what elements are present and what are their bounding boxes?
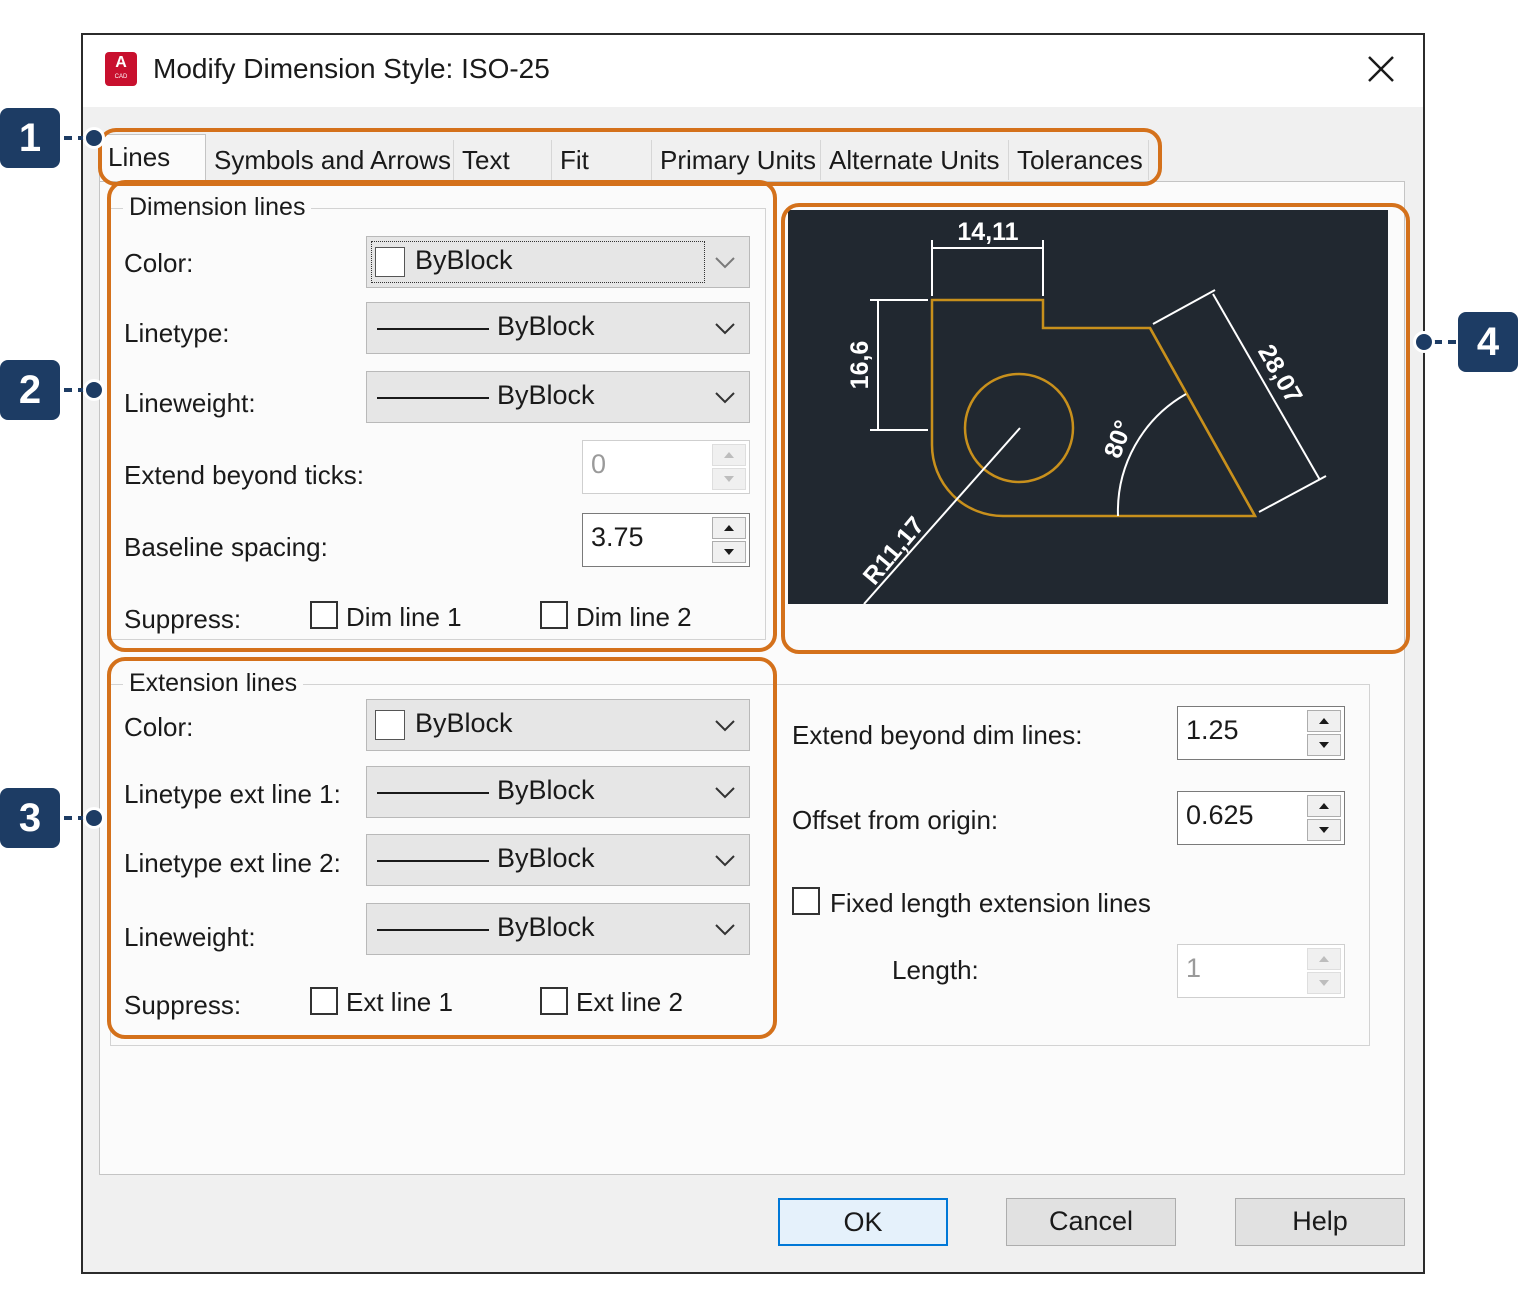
cancel-button[interactable]: Cancel [1006, 1198, 1176, 1246]
spinner-buttons [1307, 710, 1341, 756]
title-bar: A CAD Modify Dimension Style: ISO-25 [83, 35, 1423, 107]
spinner-buttons [1307, 948, 1341, 994]
callout-4-dot [1413, 331, 1435, 353]
length-label: Length: [892, 955, 979, 985]
spin-up-icon[interactable] [1307, 710, 1341, 732]
offset-from-origin-label: Offset from origin: [792, 805, 999, 835]
fixed-length-extension-lines-label[interactable]: Fixed length extension lines [830, 888, 1151, 919]
callout-4-highlight [781, 203, 1410, 654]
callout-2-badge: 2 [0, 360, 60, 420]
length-value: 1 [1186, 953, 1202, 983]
length-spinner[interactable]: 1 [1177, 944, 1345, 998]
fixed-length-extension-lines-checkbox[interactable] [792, 887, 820, 915]
spin-up-icon[interactable] [1307, 948, 1341, 970]
callout-3-highlight [107, 657, 777, 1039]
ok-button[interactable]: OK [778, 1198, 948, 1246]
callout-1-dot [83, 127, 105, 149]
app-icon-caption: CAD [114, 74, 128, 80]
spin-down-icon[interactable] [1307, 819, 1341, 841]
callout-1-badge: 1 [0, 108, 60, 168]
callout-4-connector [1434, 340, 1456, 344]
offset-from-origin-spinner[interactable]: 0.625 [1177, 791, 1345, 845]
callout-3-badge: 3 [0, 788, 60, 848]
help-button[interactable]: Help [1235, 1198, 1405, 1246]
close-icon[interactable] [1361, 49, 1401, 89]
window-title: Modify Dimension Style: ISO-25 [153, 53, 550, 84]
callout-2-highlight [107, 180, 777, 652]
extend-beyond-dim-lines-label: Extend beyond dim lines: [792, 720, 1083, 750]
spin-down-icon[interactable] [1307, 734, 1341, 756]
offset-from-origin-value: 0.625 [1186, 800, 1254, 830]
extend-beyond-dim-lines-spinner[interactable]: 1.25 [1177, 706, 1345, 760]
autocad-app-icon: A CAD [105, 52, 137, 86]
callout-3-dot [83, 807, 105, 829]
app-icon-letter: A [115, 54, 127, 71]
callout-4-badge: 4 [1458, 312, 1518, 372]
callout-1-highlight [98, 128, 1162, 186]
spin-down-icon[interactable] [1307, 972, 1341, 994]
spin-up-icon[interactable] [1307, 795, 1341, 817]
callout-2-dot [83, 379, 105, 401]
spinner-buttons [1307, 795, 1341, 841]
extend-beyond-dim-lines-value: 1.25 [1186, 715, 1239, 745]
